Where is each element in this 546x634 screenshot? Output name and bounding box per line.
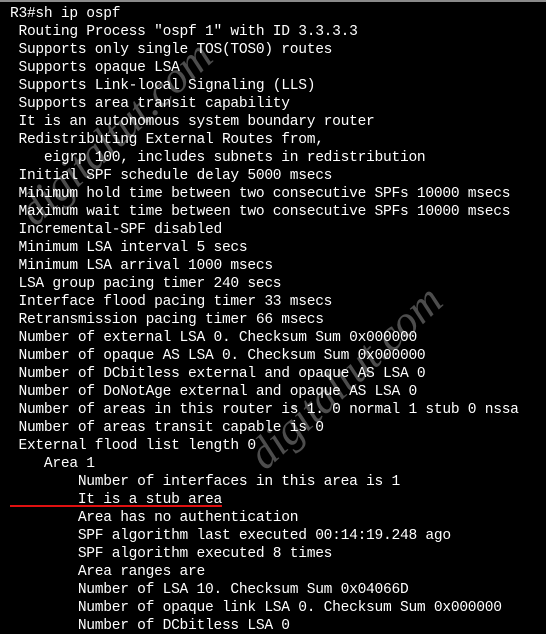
terminal-line: Supports Link-local Signaling (LLS) — [10, 78, 316, 94]
terminal-line: Supports area transit capability — [10, 96, 290, 112]
terminal-line: Retransmission pacing timer 66 msecs — [10, 312, 324, 328]
terminal-line: R3#sh ip ospf — [10, 6, 121, 22]
terminal-line: Number of DCbitless LSA 0 — [10, 618, 290, 634]
terminal-line: Interface flood pacing timer 33 msecs — [10, 294, 333, 310]
terminal-line: Area 1 — [10, 456, 95, 472]
terminal-line: Area has no authentication — [10, 510, 299, 526]
terminal-line: Routing Process "ospf 1" with ID 3.3.3.3 — [10, 24, 358, 40]
terminal-line: Number of areas in this router is 1. 0 n… — [10, 402, 519, 418]
terminal-line: Number of LSA 10. Checksum Sum 0x04066D — [10, 582, 409, 598]
terminal-line-highlighted: It is a stub area — [10, 492, 222, 508]
terminal-window[interactable]: digitaltut.com digitaltut.com digitaltut… — [0, 0, 546, 634]
terminal-line: Number of DoNotAge external and opaque A… — [10, 384, 417, 400]
terminal-line: Supports only single TOS(TOS0) routes — [10, 42, 333, 58]
terminal-line: eigrp 100, includes subnets in redistrib… — [10, 150, 426, 166]
terminal-line: Minimum LSA interval 5 secs — [10, 240, 248, 256]
terminal-line: Incremental-SPF disabled — [10, 222, 222, 238]
terminal-line: SPF algorithm last executed 00:14:19.248… — [10, 528, 451, 544]
terminal-line: Number of areas transit capable is 0 — [10, 420, 324, 436]
terminal-output: R3#sh ip ospf Routing Process "ospf 1" w… — [0, 2, 546, 634]
terminal-line: Initial SPF schedule delay 5000 msecs — [10, 168, 333, 184]
terminal-line: Number of opaque AS LSA 0. Checksum Sum … — [10, 348, 426, 364]
terminal-line: Number of DCbitless external and opaque … — [10, 366, 426, 382]
terminal-line: External flood list length 0 — [10, 438, 256, 454]
terminal-line: Area ranges are — [10, 564, 205, 580]
terminal-line: LSA group pacing timer 240 secs — [10, 276, 282, 292]
terminal-line: Minimum hold time between two consecutiv… — [10, 186, 511, 202]
terminal-line: Supports opaque LSA — [10, 60, 180, 76]
terminal-line: Maximum wait time between two consecutiv… — [10, 204, 511, 220]
terminal-line: It is an autonomous system boundary rout… — [10, 114, 375, 130]
terminal-line: Minimum LSA arrival 1000 msecs — [10, 258, 273, 274]
terminal-line: Number of external LSA 0. Checksum Sum 0… — [10, 330, 417, 346]
terminal-line: Redistributing External Routes from, — [10, 132, 324, 148]
terminal-line: Number of interfaces in this area is 1 — [10, 474, 400, 490]
terminal-line: Number of opaque link LSA 0. Checksum Su… — [10, 600, 502, 616]
terminal-line: SPF algorithm executed 8 times — [10, 546, 333, 562]
